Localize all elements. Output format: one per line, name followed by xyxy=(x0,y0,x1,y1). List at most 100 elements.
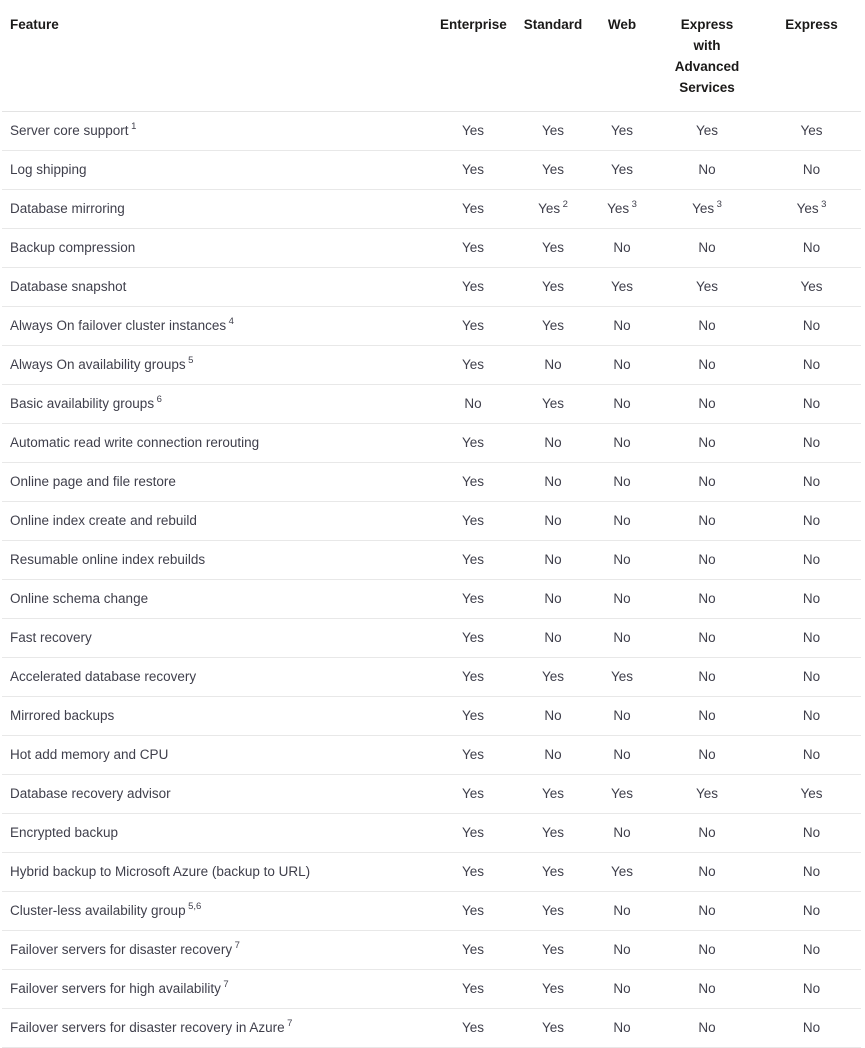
support-value-text: Yes xyxy=(461,551,485,567)
support-cell-express: Yes xyxy=(762,773,861,814)
support-cell-standard: Yes xyxy=(514,110,592,151)
support-cell-web: No xyxy=(592,734,652,775)
support-value-text: Yes xyxy=(541,122,565,138)
support-value-text: Yes xyxy=(607,200,630,216)
feature-name-text: Online page and file restore xyxy=(10,473,176,489)
feature-name-cell: Accelerated database recovery xyxy=(2,656,432,697)
support-value-text: Yes xyxy=(610,785,634,801)
support-cell-express_adv: No xyxy=(652,578,762,619)
support-cell-express_adv: No xyxy=(652,227,762,268)
table-row: Fast recovery Yes No No No No xyxy=(2,617,861,658)
support-cell-web: No xyxy=(592,539,652,580)
feature-name-text: Fast recovery xyxy=(10,629,92,645)
support-value-text: No xyxy=(698,317,716,333)
support-value-text: No xyxy=(802,863,821,879)
support-cell-express: No xyxy=(762,149,861,190)
feature-name-text: Hybrid backup to Microsoft Azure (backup… xyxy=(10,863,311,879)
feature-name-cell: Encrypted backup xyxy=(2,812,432,853)
feature-name-text: Failover servers for disaster recovery i… xyxy=(10,1019,285,1035)
support-value-text: Yes xyxy=(541,161,565,177)
support-value-text: No xyxy=(698,473,716,489)
support-value-text: Yes xyxy=(461,278,485,294)
support-value-text: Yes xyxy=(461,200,485,216)
support-value-text: No xyxy=(613,512,631,528)
support-value-text: Yes xyxy=(695,122,719,138)
support-cell-express: Yes xyxy=(762,110,861,151)
table-row: Cluster-less availability group 5,6 Yes Yes… xyxy=(2,890,861,931)
support-cell-enterprise: Yes xyxy=(432,422,514,463)
column-header-line: Express xyxy=(680,17,734,32)
support-value-text: No xyxy=(544,512,562,528)
support-cell-enterprise: Yes xyxy=(432,305,514,346)
support-value-text: Yes xyxy=(461,629,485,645)
feature-name-cell: Failover servers for disaster recovery 7 xyxy=(2,929,432,970)
feature-name-text: Mirrored backups xyxy=(10,707,115,723)
support-value-text: No xyxy=(802,668,821,684)
support-value-text: No xyxy=(802,824,821,840)
support-value-text: No xyxy=(698,941,716,957)
support-cell-express: No xyxy=(762,617,861,658)
feature-name-text: Resumable online index rebuilds xyxy=(10,551,206,567)
feature-name-cell: Hybrid backup to Microsoft Azure (backup… xyxy=(2,851,432,892)
support-cell-express_adv: No xyxy=(652,500,762,541)
table-row: Online page and file restore Yes No No No No xyxy=(2,461,861,502)
support-value-text: No xyxy=(613,1019,631,1035)
support-value-text: No xyxy=(698,824,716,840)
feature-name-cell: Mirrored backups xyxy=(2,695,432,736)
footnote-reference: 2 xyxy=(562,199,568,211)
support-cell-express: No xyxy=(762,539,861,580)
support-value-text: Yes xyxy=(461,902,485,918)
feature-name-cell: Online index create and rebuild xyxy=(2,500,432,541)
support-cell-enterprise: Yes xyxy=(432,344,514,385)
support-value-text: No xyxy=(613,395,631,411)
support-value-text: No xyxy=(698,980,716,996)
support-value-text: No xyxy=(802,356,821,372)
support-cell-express_adv: No xyxy=(652,539,762,580)
support-cell-express_adv: No xyxy=(652,344,762,385)
support-cell-express: No xyxy=(762,812,861,853)
support-value-text: No xyxy=(802,551,821,567)
support-value-text: Yes xyxy=(541,902,565,918)
support-value-text: No xyxy=(544,707,562,723)
table-row: Accelerated database recovery Yes Yes Yes No… xyxy=(2,656,861,697)
support-cell-express: No xyxy=(762,227,861,268)
feature-name-text: Server core support xyxy=(10,122,129,138)
support-cell-express: No xyxy=(762,500,861,541)
support-value-text: No xyxy=(544,590,562,606)
table-row: Online index create and rebuild Yes No No No… xyxy=(2,500,861,541)
support-value-text: No xyxy=(802,746,821,762)
support-value-text: No xyxy=(698,551,716,567)
support-cell-standard: Yes xyxy=(514,266,592,307)
support-cell-express_adv: No xyxy=(652,890,762,931)
support-value-text: Yes xyxy=(541,668,565,684)
support-cell-express: No xyxy=(762,656,861,697)
support-cell-enterprise: Yes xyxy=(432,851,514,892)
table-row: Database recovery advisor Yes Yes Yes Yes Yes xyxy=(2,773,861,814)
support-cell-web: No xyxy=(592,461,652,502)
column-header-express-with-advanced-services: Express with Advanced Services xyxy=(652,0,762,112)
table-body: Server core support 1 Yes Yes Yes Yes Yes Log s… xyxy=(2,110,861,1048)
support-cell-web: Yes xyxy=(592,266,652,307)
support-cell-web: Yes xyxy=(592,110,652,151)
support-value-text: No xyxy=(802,707,821,723)
support-cell-express_adv: Yes xyxy=(652,110,762,151)
support-value-text: No xyxy=(613,980,631,996)
support-cell-standard: No xyxy=(514,539,592,580)
support-cell-standard: Yes xyxy=(514,227,592,268)
support-cell-enterprise: Yes xyxy=(432,968,514,1009)
support-value-text: No xyxy=(698,356,716,372)
support-cell-express: No xyxy=(762,305,861,346)
support-value-text: No xyxy=(613,746,631,762)
feature-name-cell: Server core support 1 xyxy=(2,110,432,151)
table-row: Basic availability groups 6 No Yes No No No xyxy=(2,383,861,424)
support-value-text: Yes xyxy=(610,863,634,879)
support-value-text: Yes xyxy=(800,785,823,801)
feature-comparison-table: Feature Enterprise Standard Web Express w… xyxy=(2,0,861,1048)
support-value-text: No xyxy=(802,941,821,957)
support-cell-standard: Yes xyxy=(514,890,592,931)
support-value-text: Yes xyxy=(610,161,634,177)
support-cell-web: No xyxy=(592,422,652,463)
support-value-text: Yes xyxy=(461,785,485,801)
support-value-text: No xyxy=(613,317,631,333)
feature-name-cell: Automatic read write connection reroutin… xyxy=(2,422,432,463)
